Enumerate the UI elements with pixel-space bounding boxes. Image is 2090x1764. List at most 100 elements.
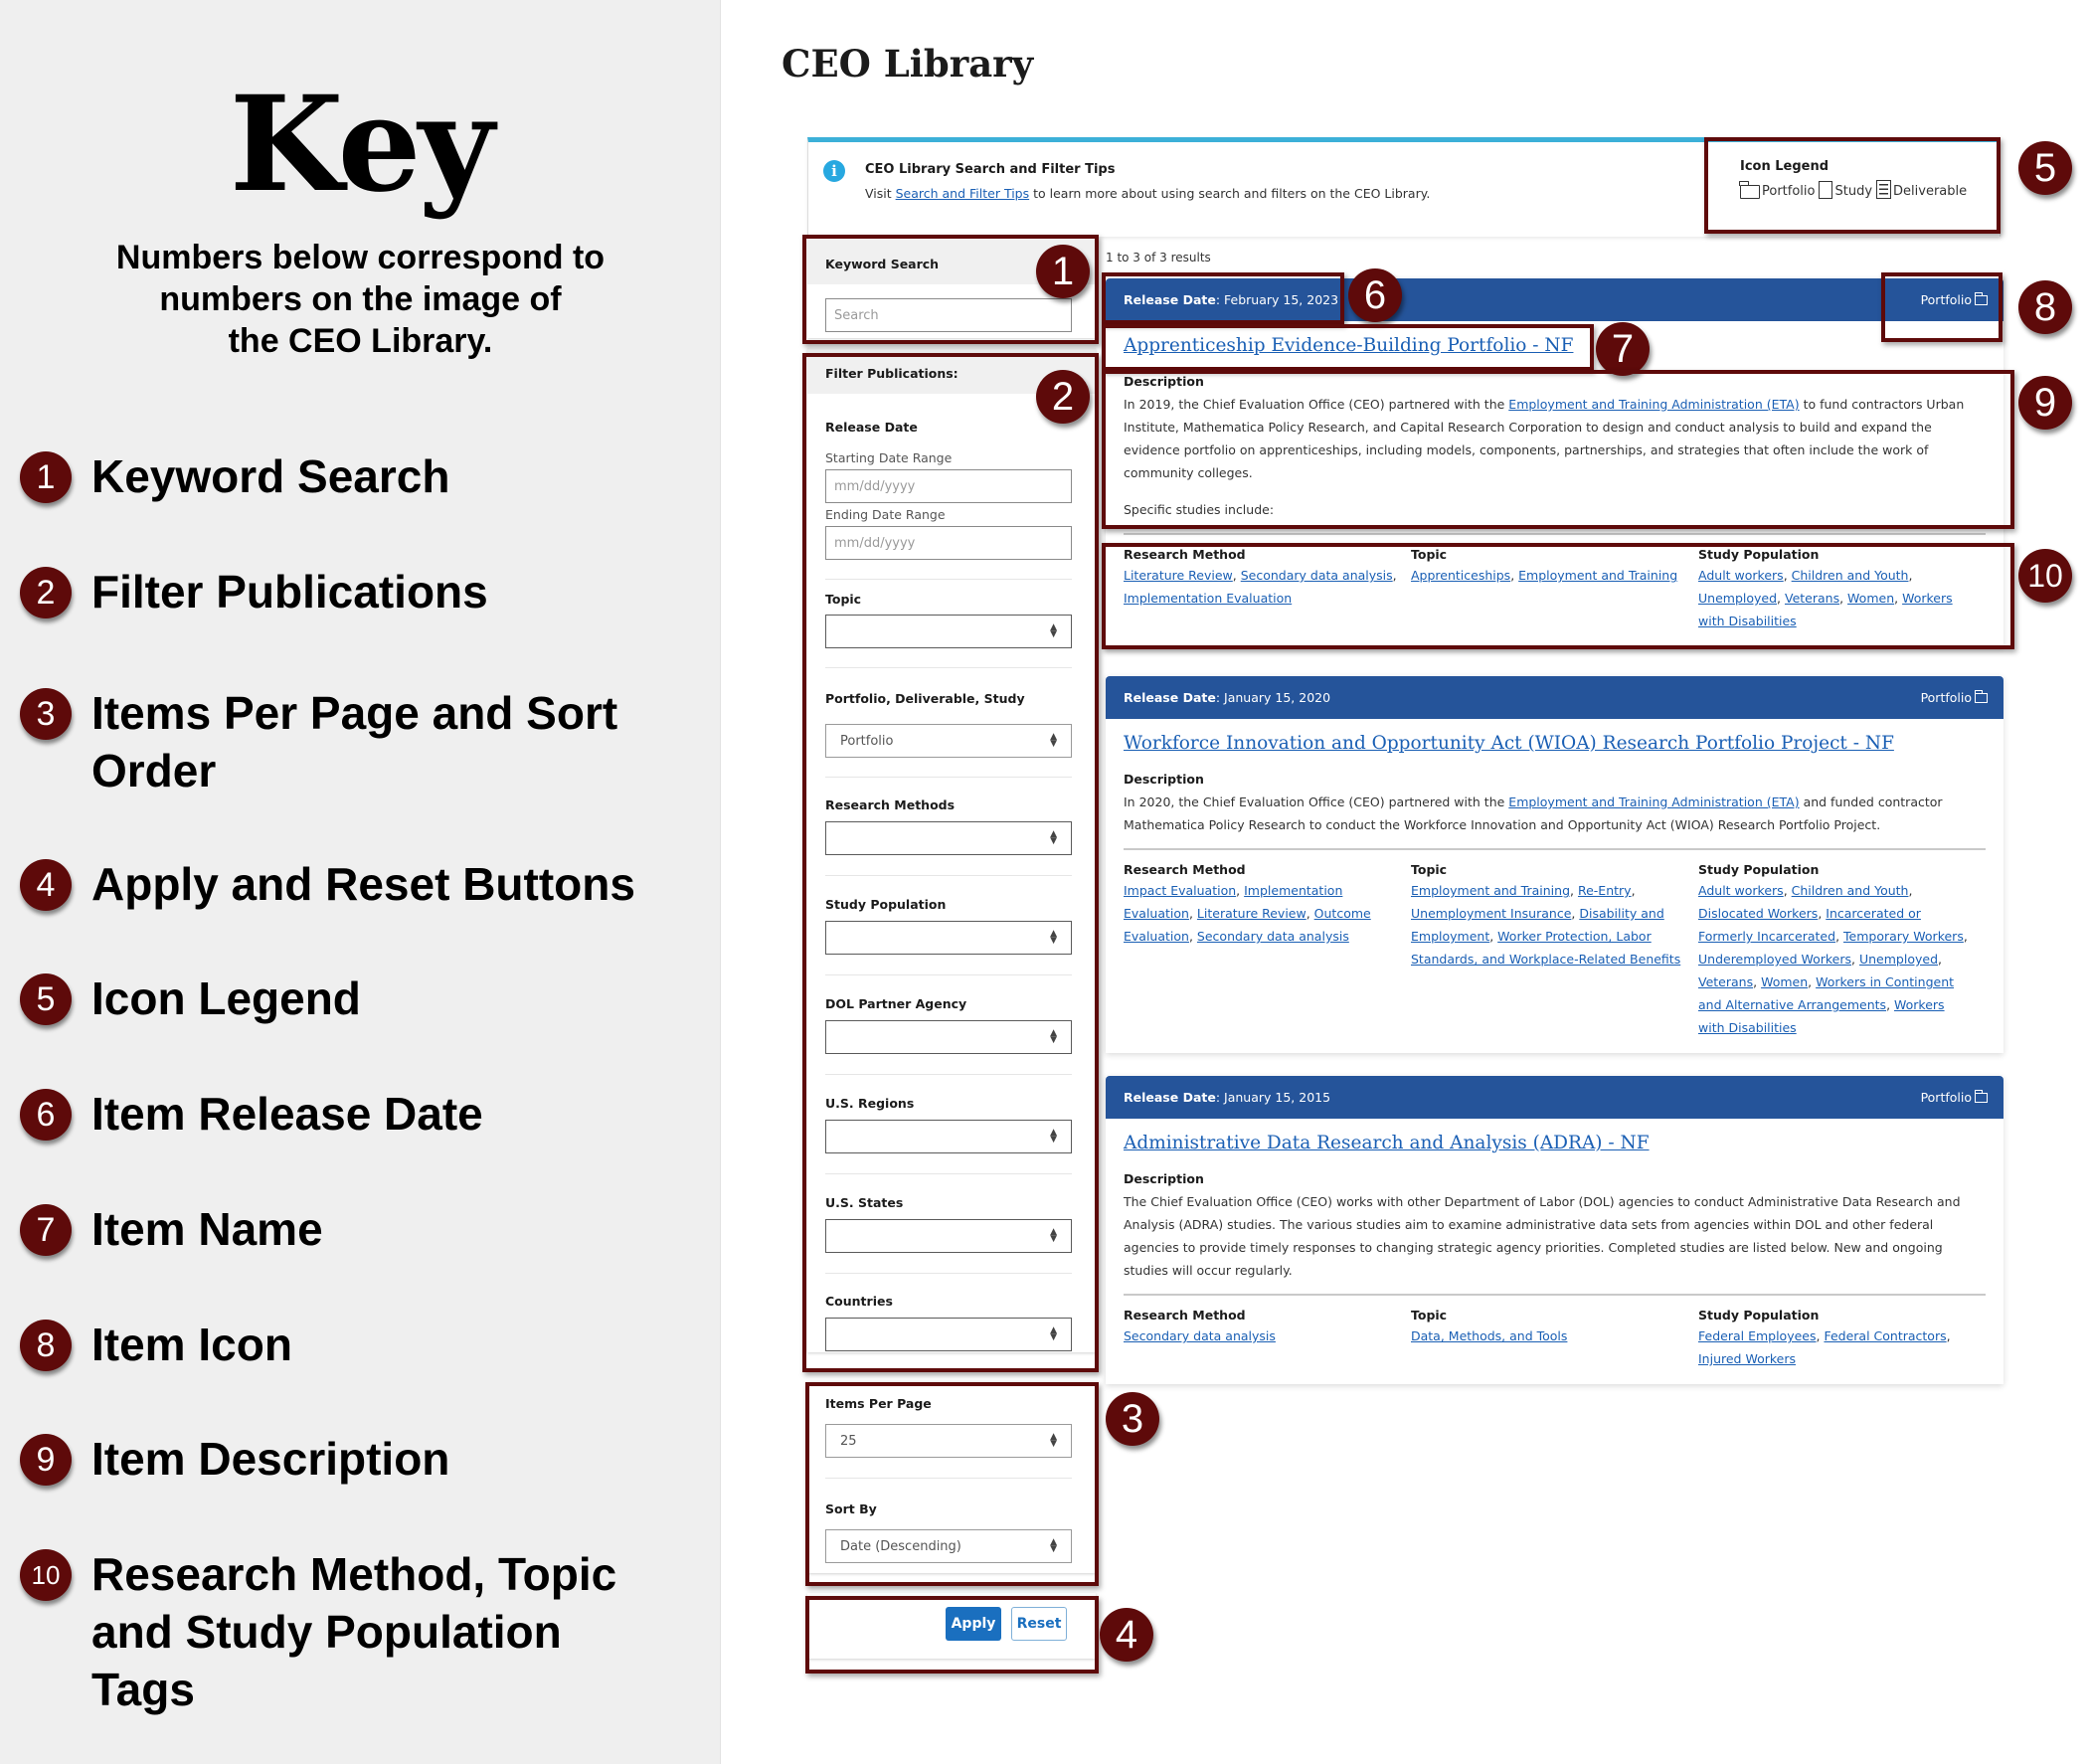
keyword-search-input[interactable]: Search [825,298,1072,332]
result-header: Release Date: February 15, 2023 Portfoli… [1106,278,2003,321]
topic-tags: Topic Apprenticeships, Employment and Tra… [1411,547,1698,632]
key-badge: 8 [20,1320,72,1371]
result-title-link[interactable]: Workforce Innovation and Opportunity Act… [1124,733,1986,754]
folder-icon [1974,1090,1988,1103]
tag-heading: Research Method [1124,547,1246,562]
search-filter-tips-link[interactable]: Search and Filter Tips [896,186,1030,201]
sort-by-label: Sort By [825,1501,877,1516]
key-item: 4 Apply and Reset Buttons [20,855,688,913]
tag-link[interactable]: Veterans [1785,591,1839,606]
key-badge: 9 [20,1434,72,1486]
type-select[interactable]: Portfolio ▲ ▼ [825,724,1072,758]
tag-link[interactable]: Veterans [1698,974,1753,989]
sort-by-select[interactable]: Date (Descending) ▲ ▼ [825,1529,1072,1563]
result-title-link[interactable]: Administrative Data Research and Analysi… [1124,1133,1986,1153]
sort-arrows-icon: ▲ ▼ [1050,1537,1057,1554]
result-title-link[interactable]: Apprenticeship Evidence-Building Portfol… [1124,335,1986,356]
tag-link[interactable]: Dislocated Workers [1698,906,1818,921]
item-type-label: Portfolio [1920,292,1972,307]
research-methods-select[interactable]: ▲ ▼ [825,821,1072,855]
filter-publications-panel: Filter Publications: Release Date Starti… [807,348,1096,1352]
tag-link[interactable]: Federal Contractors [1824,1328,1946,1343]
tag-link[interactable]: Re-Entry [1578,883,1632,898]
tag-link[interactable]: Literature Review [1197,906,1306,921]
eta-link[interactable]: Employment and Training Administration (… [1508,794,1799,809]
description-label: Description [1124,1171,1204,1186]
tag-link[interactable]: Secondary data analysis [1124,1328,1276,1343]
reset-button[interactable]: Reset [1011,1607,1067,1641]
key-item: 7 Item Name [20,1200,688,1258]
tag-link[interactable]: Children and Youth [1792,883,1909,898]
release-date: Release Date: January 15, 2015 [1124,1090,1331,1105]
tag-link[interactable]: Underemployed Workers [1698,952,1851,967]
legend-item-deliverable: Deliverable [1876,180,1967,199]
description-label: Description [1124,374,1204,389]
tag-heading: Study Population [1698,862,1820,877]
release-date-value: February 15, 2023 [1224,292,1339,307]
key-item: 3 Items Per Page and Sort Order [20,684,688,799]
countries-label: Countries [825,1294,893,1309]
description-text: The Chief Evaluation Office (CEO) works … [1124,1190,1986,1282]
tag-link[interactable]: Unemployed [1859,952,1938,967]
topic-select[interactable]: ▲ ▼ [825,615,1072,648]
research-method-tags: Research Method Secondary data analysis [1124,1308,1411,1370]
apply-button[interactable]: Apply [946,1607,1001,1641]
tag-link[interactable]: Impact Evaluation [1124,883,1236,898]
tag-link[interactable]: Federal Employees [1698,1328,1817,1343]
release-date-label: Release Date [1124,690,1216,705]
divider [825,1478,1072,1479]
topic-tags: Topic Data, Methods, and Tools [1411,1308,1698,1370]
divider [825,1173,1072,1174]
type-label: Portfolio, Deliverable, Study [825,691,1025,706]
items-per-page-select[interactable]: 25 ▲ ▼ [825,1424,1072,1458]
tag-link[interactable]: Literature Review [1124,568,1233,583]
divider [1124,848,1986,850]
study-population-tags: Study Population Adult workers, Children … [1698,862,1986,1039]
tag-link[interactable]: Implementation Evaluation [1124,591,1292,606]
eta-link[interactable]: Employment and Training Administration (… [1508,397,1799,412]
folder-icon [1974,292,1988,305]
tag-link[interactable]: Apprenticeships [1411,568,1510,583]
start-date-input[interactable]: mm/dd/yyyy [825,469,1072,503]
paging-panel: Items Per Page 25 ▲ ▼ Sort By Date (Descen… [807,1382,1096,1573]
tag-link[interactable]: Adult workers [1698,883,1784,898]
sort-arrows-icon: ▲ ▼ [1050,829,1057,846]
tag-list: Adult workers, Children and Youth, Unemp… [1698,568,1953,628]
start-date-label: Starting Date Range [825,450,953,465]
description-text: In 2020, the Chief Evaluation Office (CE… [1124,791,1986,836]
legend-label: Study [1834,184,1873,199]
countries-select[interactable]: ▲ ▼ [825,1318,1072,1351]
select-value: Date (Descending) [840,1538,961,1554]
dol-partner-agency-label: DOL Partner Agency [825,996,967,1011]
tag-link[interactable]: Data, Methods, and Tools [1411,1328,1567,1343]
tag-list: Adult workers, Children and Youth, Dislo… [1698,883,1968,1035]
tag-link[interactable]: Children and Youth [1792,568,1909,583]
tag-link[interactable]: Women [1847,591,1894,606]
end-date-input[interactable]: mm/dd/yyyy [825,526,1072,560]
us-states-select[interactable]: ▲ ▼ [825,1219,1072,1253]
key-item: 6 Item Release Date [20,1085,688,1143]
tag-heading: Research Method [1124,1308,1246,1323]
study-population-select[interactable]: ▲ ▼ [825,921,1072,955]
research-methods-label: Research Methods [825,797,956,812]
tag-list: Apprenticeships, Employment and Training [1411,568,1678,583]
annotation-badge-3: 3 [1106,1392,1159,1446]
tag-link[interactable]: Unemployed [1698,591,1777,606]
tag-link[interactable]: Secondary data analysis [1197,929,1349,944]
key-subtitle-line: Numbers below correspond to [115,239,606,276]
tag-link[interactable]: Employment and Training [1411,883,1570,898]
sort-arrows-icon: ▲ ▼ [1050,929,1057,946]
tag-link[interactable]: Secondary data analysis [1241,568,1393,583]
tag-link[interactable]: Women [1761,974,1808,989]
tag-link[interactable]: Temporary Workers [1843,929,1964,944]
dol-partner-agency-select[interactable]: ▲ ▼ [825,1020,1072,1054]
us-regions-select[interactable]: ▲ ▼ [825,1120,1072,1153]
legend-item-study: Study [1819,181,1872,199]
tag-link[interactable]: Employment and Training [1518,568,1677,583]
tag-link[interactable]: Unemployment Insurance [1411,906,1571,921]
key-badge: 7 [20,1204,72,1256]
tag-link[interactable]: Adult workers [1698,568,1784,583]
key-item: 8 Item Icon [20,1316,688,1373]
annotation-badge-8: 8 [2018,280,2072,334]
tag-link[interactable]: Injured Workers [1698,1351,1796,1366]
